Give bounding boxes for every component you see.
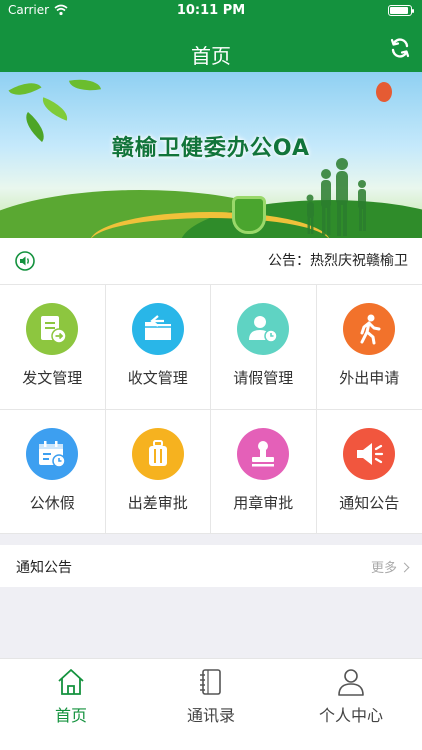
function-grid: 发文管理 收文管理 请假管理 外出申请 公休假 出差审批 用章审批 通知公告 [0, 284, 422, 534]
shield-icon [232, 196, 266, 234]
tab-label: 首页 [54, 706, 87, 725]
banner[interactable]: 赣榆卫健委办公OA [0, 72, 422, 238]
tab-home[interactable]: 首页 [1, 667, 141, 726]
receive-folder-icon [131, 303, 184, 355]
grid-item-label: 用章审批 [233, 493, 294, 512]
banner-title: 赣榆卫健委办公OA [111, 136, 311, 161]
header: Carrier 10:11 PM 首页 [0, 0, 422, 72]
tab-profile[interactable]: 个人中心 [281, 667, 421, 726]
grid-item-label: 公休假 [29, 493, 75, 512]
status-bar: Carrier 10:11 PM [0, 0, 422, 22]
grid-item-label: 通知公告 [339, 493, 400, 512]
leaf-decoration [8, 75, 42, 103]
grid-item-label: 发文管理 [22, 369, 83, 387]
home-icon [58, 669, 84, 695]
calendar-clock-icon [26, 427, 79, 480]
section-title: 通知公告 [16, 560, 72, 576]
tab-bar: 首页 通讯录 个人中心 [0, 658, 422, 750]
more-label: 更多 [370, 561, 397, 576]
leaf-decoration [69, 75, 101, 95]
grid-item-business-trip[interactable]: 出差审批 [105, 409, 211, 534]
grid-item-label: 出差审批 [127, 493, 188, 512]
walking-person-icon [343, 303, 396, 355]
balloon-decoration [376, 82, 392, 102]
notice-section-header: 通知公告 更多 [0, 545, 422, 587]
grid-item-go-out[interactable]: 外出申请 [316, 285, 422, 410]
grid-item-label: 外出申请 [339, 369, 400, 387]
status-time: 10:11 PM [176, 3, 246, 18]
grid-item-notice[interactable]: 通知公告 [316, 410, 422, 534]
luggage-icon [131, 427, 184, 480]
grid-item-stamp[interactable]: 用章审批 [211, 409, 317, 534]
more-link[interactable]: 更多 [370, 557, 410, 576]
address-book-icon [200, 669, 221, 695]
chevron-right-icon [399, 562, 410, 573]
notice-text: 公告：热烈庆祝赣榆卫 [268, 253, 408, 269]
grid-item-label: 请假管理 [233, 369, 294, 387]
tab-label: 通讯录 [186, 706, 235, 725]
tab-label: 个人中心 [318, 706, 383, 725]
person-icon [338, 669, 364, 696]
refresh-icon[interactable] [388, 36, 412, 60]
send-document-icon [26, 303, 79, 355]
megaphone-icon [343, 427, 396, 480]
speaker-icon [15, 251, 35, 271]
grid-item-public-holiday[interactable]: 公休假 [0, 409, 106, 534]
grid-item-leave[interactable]: 请假管理 [211, 285, 317, 410]
grid-item-send-doc[interactable]: 发文管理 [0, 285, 106, 410]
tab-contacts[interactable]: 通讯录 [141, 667, 281, 726]
stamp-icon [237, 427, 290, 480]
page-title: 首页 [191, 44, 231, 68]
grid-item-label: 收文管理 [127, 369, 188, 387]
family-silhouette-icon [306, 158, 366, 236]
grid-item-receive-doc[interactable]: 收文管理 [105, 285, 211, 410]
battery-icon [388, 5, 414, 16]
leaf-decoration [38, 97, 72, 121]
leave-user-clock-icon [237, 303, 290, 355]
notice-bar[interactable]: 公告：热烈庆祝赣榆卫 [0, 238, 422, 284]
